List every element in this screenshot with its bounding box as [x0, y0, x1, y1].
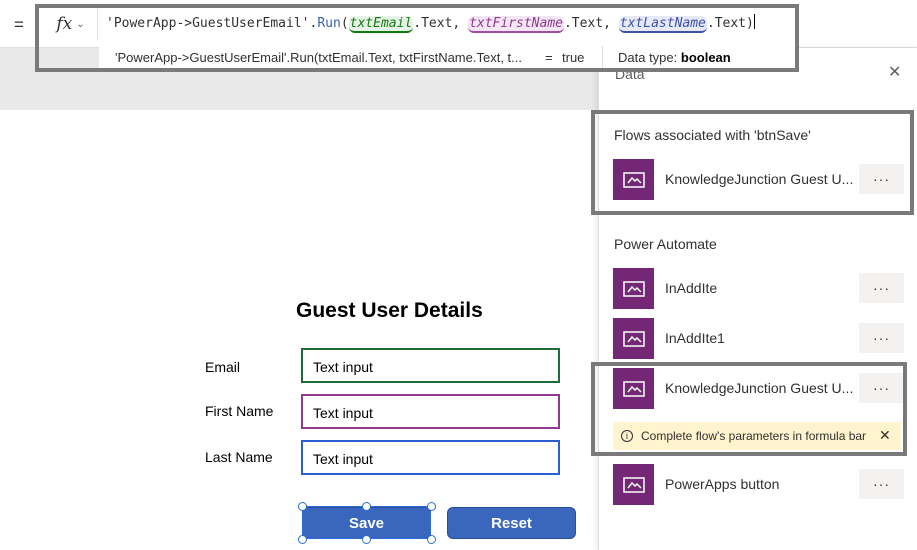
info-icon: i — [621, 430, 633, 442]
formula-highlight-box — [35, 4, 799, 72]
email-label: Email — [205, 359, 241, 375]
resize-handle[interactable] — [362, 535, 371, 544]
flow-item[interactable]: InAddIte1 ··· — [613, 318, 911, 360]
more-options-button[interactable]: ··· — [859, 469, 904, 499]
warning-message-bar: i Complete flow's parameters in formula … — [613, 422, 901, 450]
resize-handle[interactable] — [362, 502, 371, 511]
power-automate-icon — [613, 159, 654, 200]
email-input[interactable]: Text input — [301, 348, 560, 383]
power-apps-studio: = fx ⌄ 'PowerApp->GuestUserEmail'.Run(tx… — [0, 0, 917, 550]
power-automate-icon — [613, 268, 654, 309]
associated-flow-item[interactable]: KnowledgeJunction Guest U... ··· — [613, 159, 911, 201]
resize-handle[interactable] — [427, 502, 436, 511]
last-name-input[interactable]: Text input — [301, 440, 560, 475]
flow-name: InAddIte — [665, 280, 718, 296]
associated-flows-title: Flows associated with 'btnSave' — [614, 127, 811, 143]
more-options-button[interactable]: ··· — [859, 323, 904, 353]
flow-item[interactable]: InAddIte ··· — [613, 268, 911, 310]
last-name-label: Last Name — [205, 449, 273, 465]
flow-name: InAddIte1 — [665, 330, 725, 346]
more-options-button[interactable]: ··· — [859, 273, 904, 303]
equals-sign: = — [14, 15, 24, 34]
first-name-input[interactable]: Text input — [301, 394, 560, 429]
resize-handle[interactable] — [298, 502, 307, 511]
flow-item[interactable]: PowerApps button ··· — [613, 464, 911, 506]
more-options-button[interactable]: ··· — [859, 164, 904, 194]
reset-button[interactable]: Reset — [447, 507, 576, 539]
more-options-button[interactable]: ··· — [859, 373, 904, 403]
first-name-label: First Name — [205, 403, 274, 419]
power-automate-icon — [613, 368, 654, 409]
form-title: Guest User Details — [296, 299, 483, 322]
power-automate-icon — [613, 318, 654, 359]
data-panel: Data ✕ Flows associated with 'btnSave' K… — [598, 48, 917, 550]
flow-name: KnowledgeJunction Guest U... — [665, 171, 854, 187]
warning-text: Complete flow's parameters in formula ba… — [641, 429, 867, 443]
dismiss-icon[interactable]: ✕ — [879, 427, 891, 444]
resize-handle[interactable] — [427, 535, 436, 544]
close-icon[interactable]: ✕ — [888, 62, 901, 82]
power-automate-title: Power Automate — [614, 236, 717, 252]
power-automate-icon — [613, 464, 654, 505]
resize-handle[interactable] — [298, 535, 307, 544]
flow-name: KnowledgeJunction Guest U... — [665, 380, 854, 396]
flow-name: PowerApps button — [665, 476, 780, 492]
flow-item[interactable]: KnowledgeJunction Guest U... ··· — [613, 368, 911, 410]
